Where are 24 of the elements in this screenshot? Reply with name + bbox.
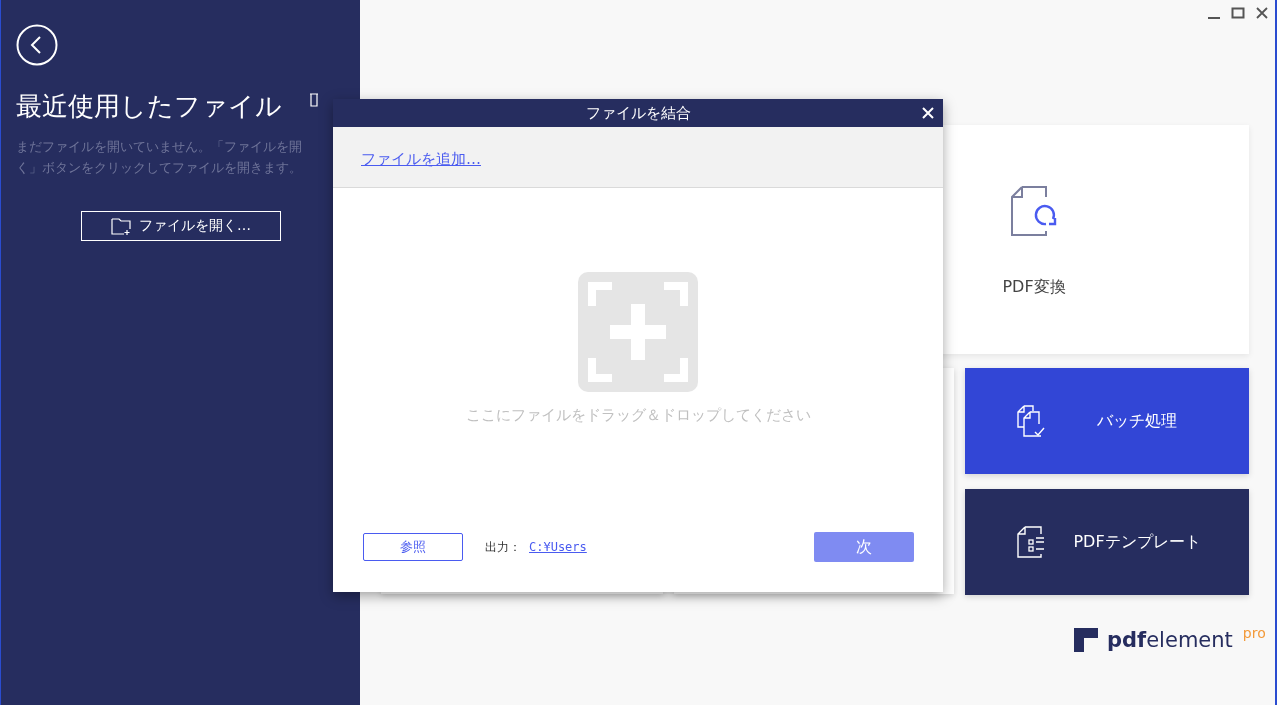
template-document-icon [1017, 526, 1045, 558]
documents-check-icon [1017, 405, 1045, 437]
sidebar-title: 最近使用したファイル [16, 90, 282, 123]
dialog-title: ファイルを結合 [585, 103, 691, 123]
tool-label: バッチ処理 [1096, 410, 1178, 432]
output-label: 出力： [485, 538, 521, 556]
edition-label: pro [1242, 625, 1266, 641]
output-path-link[interactable]: C:¥Users [529, 540, 587, 554]
logo-icon [1074, 628, 1098, 652]
tool-card[interactable]: PDFテンプレート [965, 489, 1249, 595]
back-icon[interactable] [16, 24, 58, 66]
add-icon [578, 272, 698, 392]
close-icon[interactable] [1255, 6, 1269, 20]
empty-message: まだファイルを開いていません。「ファイルを開く」ボタンをクリックしてファイルを開きます。 [16, 138, 303, 177]
add-file-link[interactable]: ファイルを追加… [361, 150, 481, 169]
brand-name: pdfelement [1107, 627, 1233, 654]
drop-hint: ここにファイルをドラッグ＆ドロップしてください [465, 406, 811, 425]
browse-button[interactable]: 参照 [363, 533, 463, 561]
tool-label: PDF変換 [1002, 277, 1066, 298]
open-file-button[interactable]: ファイルを開く… [81, 211, 281, 241]
tool-label: PDFテンプレート [1072, 531, 1202, 553]
tool-card[interactable]: バッチ処理 [965, 368, 1249, 474]
maximize-icon[interactable] [1231, 6, 1245, 20]
folder-icon [111, 217, 131, 235]
